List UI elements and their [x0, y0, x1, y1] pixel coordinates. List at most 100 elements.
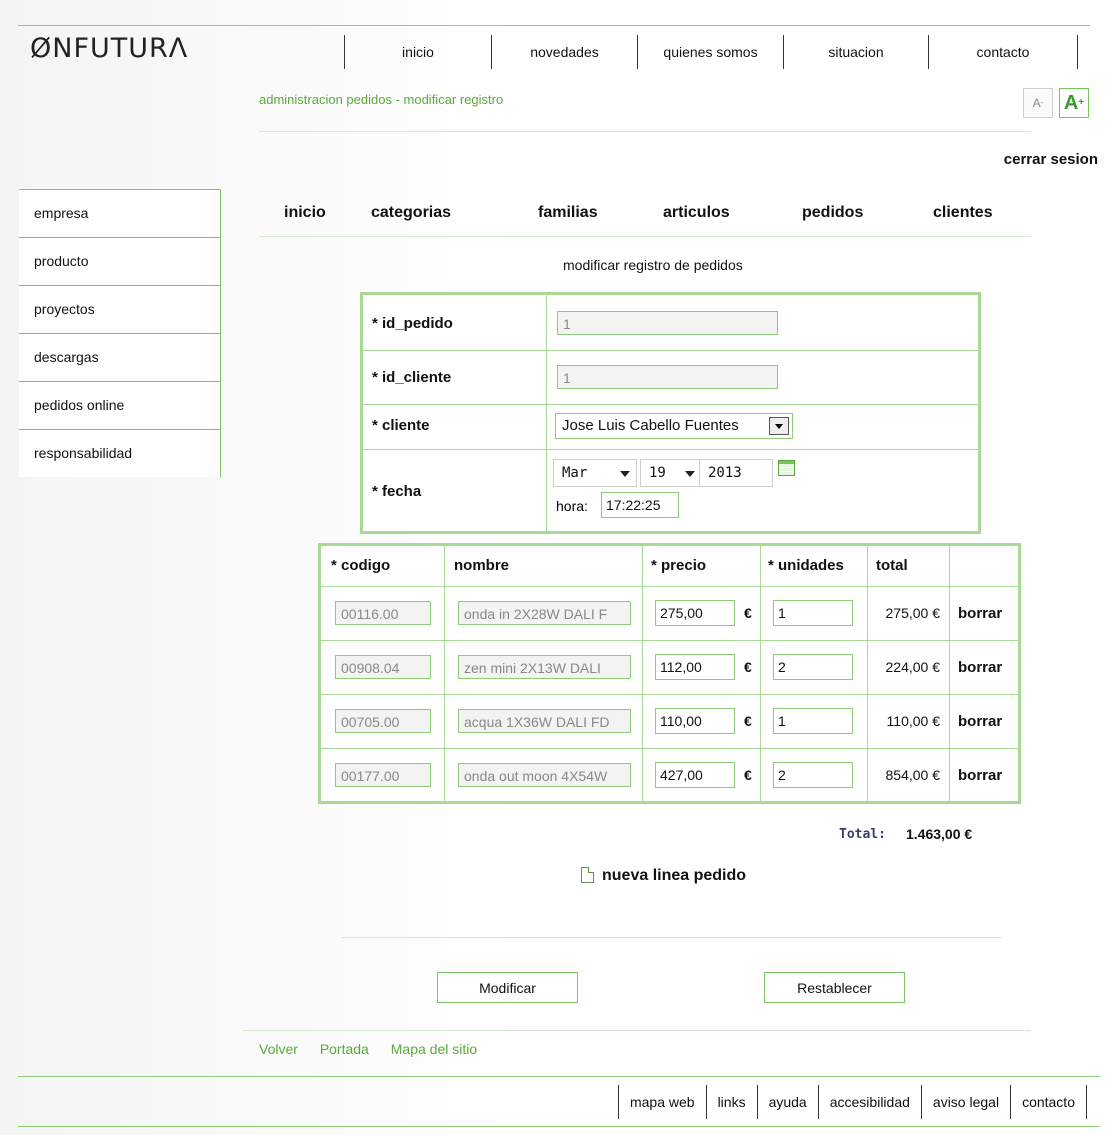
unidades-field[interactable]: 2 [773, 762, 853, 788]
footer-links: Volver Portada Mapa del sitio [259, 1041, 495, 1057]
chevron-down-icon [685, 471, 695, 477]
sub-nav-familias[interactable]: familias [538, 204, 598, 222]
column-header-nombre: nombre [454, 557, 510, 574]
line-total: 854,00 € [885, 767, 941, 783]
divider [259, 236, 1031, 237]
column-header-codigo: * codigo [331, 557, 391, 574]
cliente-select[interactable]: Jose Luis Cabello Fuentes [555, 413, 793, 439]
column-header-total: total [876, 557, 908, 574]
delete-line-link[interactable]: borrar [958, 713, 1002, 730]
cliente-label: * cliente [372, 417, 430, 434]
bottom-nav-accesibilidad[interactable]: accesibilidad [819, 1085, 921, 1119]
bottom-nav-aviso-legal[interactable]: aviso legal [922, 1085, 1010, 1119]
sub-nav-pedidos[interactable]: pedidos [802, 204, 863, 222]
footer-top-line [18, 1076, 1100, 1077]
currency-symbol: € [744, 713, 752, 729]
sidebar-item-responsabilidad[interactable]: responsabilidad [19, 429, 221, 477]
chevron-down-icon[interactable] [769, 417, 789, 435]
line-total: 275,00 € [885, 605, 941, 621]
column-header-precio: * precio [651, 557, 707, 574]
codigo-field: 00116.00 [335, 601, 431, 625]
logout-link[interactable]: cerrar sesion [1004, 151, 1098, 168]
bottom-nav-contacto[interactable]: contacto [1011, 1085, 1086, 1119]
nombre-field: onda in 2X28W DALI F [458, 601, 631, 625]
new-document-icon[interactable] [581, 867, 594, 883]
currency-symbol: € [744, 659, 752, 675]
bottom-nav: mapa web links ayuda accesibilidad aviso… [617, 1085, 1087, 1119]
order-total-value: 1.463,00 € [906, 826, 973, 842]
nombre-field: zen mini 2X13W DALI [458, 655, 631, 679]
precio-field[interactable]: 275,00 [655, 600, 735, 626]
hora-field[interactable]: 17:22:25 [601, 492, 679, 518]
top-nav-quienes-somos[interactable]: quienes somos [638, 35, 783, 69]
divider [342, 937, 1002, 938]
row-divider [321, 694, 1018, 695]
line-total: 224,00 € [885, 659, 941, 675]
column-divider [444, 546, 445, 801]
form-row-id-pedido: * id_pedido 1 [363, 295, 978, 351]
footer-bottom-line [18, 1126, 1100, 1127]
delete-line-link[interactable]: borrar [958, 767, 1002, 784]
sub-nav-categorias[interactable]: categorias [371, 204, 451, 222]
column-header-unidades: * unidades [768, 557, 844, 574]
top-nav: inicio novedades quienes somos situacion… [344, 35, 1078, 69]
order-form: * id_pedido 1 * id_cliente 1 * cliente J… [360, 292, 981, 534]
fecha-label: * fecha [372, 483, 422, 500]
month-value: Mar [562, 465, 588, 481]
column-divider [949, 546, 950, 801]
unidades-field[interactable]: 2 [773, 654, 853, 680]
sub-nav-clientes[interactable]: clientes [933, 204, 993, 222]
order-lines-table: * codigo nombre * precio * unidades tota… [318, 543, 1021, 804]
new-order-line-link[interactable]: nueva linea pedido [602, 867, 746, 885]
sidebar-item-proyectos[interactable]: proyectos [19, 285, 221, 333]
back-link[interactable]: Volver [259, 1041, 298, 1057]
currency-symbol: € [744, 605, 752, 621]
breadcrumb: administracion pedidos - modificar regis… [259, 92, 504, 107]
line-total: 110,00 € [886, 713, 940, 729]
nav-separator [1086, 1085, 1087, 1119]
reset-button[interactable]: Restablecer [764, 972, 905, 1003]
day-select[interactable]: 19 [640, 459, 702, 487]
month-select[interactable]: Mar [553, 459, 637, 487]
unidades-field[interactable]: 1 [773, 600, 853, 626]
id-pedido-label: * id_pedido [372, 315, 453, 332]
bottom-nav-ayuda[interactable]: ayuda [758, 1085, 818, 1119]
modify-button[interactable]: Modificar [437, 972, 578, 1003]
top-nav-contacto[interactable]: contacto [929, 35, 1077, 69]
top-nav-novedades[interactable]: novedades [492, 35, 637, 69]
column-divider [867, 546, 868, 801]
delete-line-link[interactable]: borrar [958, 605, 1002, 622]
precio-field[interactable]: 112,00 [655, 654, 735, 680]
delete-line-link[interactable]: borrar [958, 659, 1002, 676]
order-total-label: Total: [839, 827, 886, 842]
sidebar-item-empresa[interactable]: empresa [19, 189, 221, 237]
top-nav-inicio[interactable]: inicio [345, 35, 491, 69]
column-divider [642, 546, 643, 801]
home-link[interactable]: Portada [320, 1041, 369, 1057]
sub-nav-inicio[interactable]: inicio [284, 204, 326, 222]
chevron-down-icon [620, 471, 630, 477]
precio-field[interactable]: 110,00 [655, 708, 735, 734]
bottom-nav-mapa-web[interactable]: mapa web [619, 1085, 706, 1119]
precio-field[interactable]: 427,00 [655, 762, 735, 788]
nombre-field: onda out moon 4X54W [458, 763, 631, 787]
site-logo[interactable]: ØNFUTURΛ [30, 33, 188, 64]
form-row-id-cliente: * id_cliente 1 [363, 350, 978, 405]
sidebar-item-pedidos-online[interactable]: pedidos online [19, 381, 221, 429]
sitemap-link[interactable]: Mapa del sitio [391, 1041, 477, 1057]
column-divider [760, 546, 761, 801]
calendar-icon[interactable] [778, 460, 795, 476]
form-row-cliente: * cliente Jose Luis Cabello Fuentes [363, 404, 978, 450]
unidades-field[interactable]: 1 [773, 708, 853, 734]
codigo-field: 00177.00 [335, 763, 431, 787]
sidebar-item-descargas[interactable]: descargas [19, 333, 221, 381]
top-nav-situacion[interactable]: situacion [784, 35, 928, 69]
sub-nav-articulos[interactable]: articulos [663, 204, 730, 222]
sidebar-item-producto[interactable]: producto [19, 237, 221, 285]
font-decrease-icon[interactable]: A- [1023, 88, 1053, 118]
divider [259, 131, 1031, 132]
bottom-nav-links[interactable]: links [707, 1085, 757, 1119]
nombre-field: acqua 1X36W DALI FD [458, 709, 631, 733]
font-increase-icon[interactable]: A+ [1059, 88, 1089, 118]
year-field[interactable]: 2013 [699, 459, 773, 487]
